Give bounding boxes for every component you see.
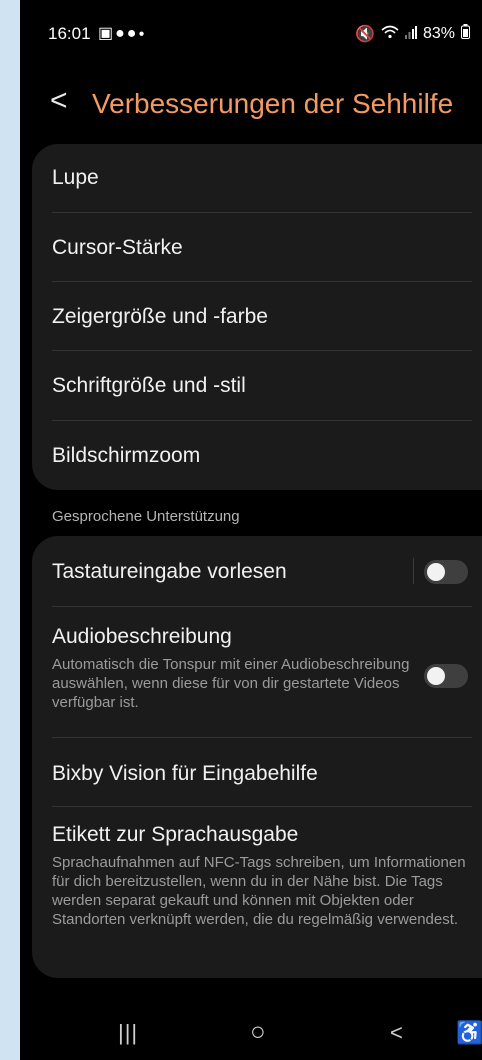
list-item-etikett[interactable]: Etikett zur Sprachausgabe Sprachaufnahme… — [32, 807, 482, 978]
section-label: Gesprochene Unterstützung — [52, 508, 240, 525]
list-item-description: Automatisch die Tonspur mit einer Audiob… — [52, 656, 410, 711]
dot-icon: ● — [138, 28, 147, 40]
tastatureingabe-toggle[interactable] — [424, 560, 468, 584]
app-header: < Verbesserungen der Sehhilfe — [20, 80, 482, 136]
accessibility-button[interactable]: ♿ — [456, 1020, 482, 1046]
navigation-bar: ||| ○ < ♿ — [20, 1010, 482, 1060]
phone-screen: 16:01 ▣●●● 🔇 83% < Verbesserungen der Se… — [20, 0, 482, 1060]
list-item-lupe[interactable]: Lupe — [32, 144, 482, 212]
list-item-schriftgroesse[interactable]: Schriftgröße und -stil — [32, 351, 482, 419]
status-bar: 16:01 ▣●●● 🔇 83% — [20, 0, 482, 64]
vertical-separator — [413, 558, 414, 584]
list-item-cursor-staerke[interactable]: Cursor-Stärke — [32, 213, 482, 281]
list-item-label: Lupe — [52, 166, 99, 189]
home-button[interactable]: ○ — [250, 1016, 266, 1047]
list-item-bixby-vision[interactable]: Bixby Vision für Eingabehilfe — [32, 738, 482, 806]
toggle-knob — [427, 563, 445, 581]
list-item-tastatureingabe[interactable]: Tastatureingabe vorlesen — [32, 536, 482, 606]
list-item-label: Tastatureingabe vorlesen — [52, 560, 287, 583]
list-item-label: Audiobeschreibung — [52, 625, 232, 648]
list-item-description: Sprachaufnahmen auf NFC-Tags schreiben, … — [52, 854, 466, 928]
list-item-label: Bixby Vision für Eingabehilfe — [52, 762, 318, 785]
wifi-icon — [381, 25, 399, 44]
gallery-icon: ▣ — [98, 25, 116, 42]
battery-text: 83% — [422, 25, 455, 42]
audiobeschreibung-toggle[interactable] — [424, 664, 468, 688]
signal-icon — [404, 25, 417, 44]
facebook-icon: ● — [126, 25, 139, 42]
settings-group-vision: Lupe Cursor-Stärke Zeigergröße und -farb… — [32, 144, 482, 490]
list-item-label: Schriftgröße und -stil — [52, 374, 246, 397]
toggle-knob — [427, 667, 445, 685]
settings-group-spoken: Tastatureingabe vorlesen Audiobeschreibu… — [32, 536, 482, 978]
back-button[interactable]: < — [50, 84, 68, 118]
nav-back-button[interactable]: < — [390, 1020, 403, 1046]
list-item-label: Etikett zur Sprachausgabe — [52, 823, 299, 846]
notification-icons: ▣●●● — [98, 23, 147, 43]
status-right: 🔇 83% — [355, 24, 470, 44]
list-item-label: Cursor-Stärke — [52, 236, 183, 259]
status-time: 16:01 — [48, 24, 91, 43]
page-title: Verbesserungen der Sehhilfe — [92, 88, 454, 119]
facebook-icon: ● — [115, 25, 127, 42]
battery-icon — [461, 24, 470, 44]
list-item-label: Bildschirmzoom — [52, 444, 201, 467]
list-item-label: Zeigergröße und -farbe — [52, 305, 268, 328]
list-item-zeigergroesse[interactable]: Zeigergröße und -farbe — [32, 282, 482, 350]
recents-button[interactable]: ||| — [118, 1020, 138, 1046]
list-item-bildschirmzoom[interactable]: Bildschirmzoom — [32, 421, 482, 490]
list-item-audiobeschreibung[interactable]: Audiobeschreibung Automatisch die Tonspu… — [32, 607, 482, 737]
mute-icon: 🔇 — [355, 26, 375, 43]
